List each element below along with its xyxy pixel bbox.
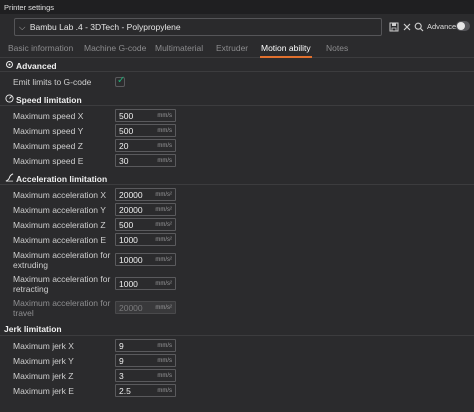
max-accel-z-input[interactable]: 500 mm/s²	[115, 218, 176, 231]
unit: mm/s	[157, 113, 172, 119]
max-accel-e-label: Maximum acceleration E	[13, 235, 107, 245]
max-accel-extruding-input[interactable]: 10000 mm/s²	[115, 253, 176, 266]
settings-panel: Advanced Emit limits to G-code ✓ Speed l…	[0, 58, 474, 412]
unit: mm/s²	[155, 305, 172, 311]
acceleration-icon	[4, 173, 14, 184]
unit: mm/s²	[155, 207, 172, 213]
unit: mm/s	[157, 158, 172, 164]
unit: mm/s²	[155, 281, 172, 287]
checkmark-icon: ✓	[117, 75, 126, 86]
max-accel-y-label: Maximum acceleration Y	[13, 205, 106, 215]
max-jerk-x-label: Maximum jerk X	[13, 341, 74, 351]
unit: mm/s	[157, 388, 172, 394]
max-jerk-e-input[interactable]: 2.5 mm/s	[115, 384, 176, 397]
value: 500	[119, 111, 134, 121]
max-speed-x-label: Maximum speed X	[13, 111, 84, 121]
max-speed-x-input[interactable]: 500 mm/s	[115, 109, 176, 122]
max-accel-y-input[interactable]: 20000 mm/s²	[115, 203, 176, 216]
max-speed-y-input[interactable]: 500 mm/s	[115, 124, 176, 137]
value: 1000	[119, 279, 138, 289]
close-icon[interactable]	[402, 22, 412, 32]
divider	[0, 105, 474, 106]
max-accel-travel-input: 20000 mm/s²	[115, 301, 176, 314]
search-icon[interactable]	[414, 22, 424, 32]
advanced-toggle[interactable]	[456, 21, 470, 31]
max-speed-y-label: Maximum speed Y	[13, 126, 84, 136]
emit-limits-label: Emit limits to G-code	[13, 77, 92, 87]
unit: mm/s	[157, 373, 172, 379]
value: 2.5	[119, 386, 131, 396]
unit: mm/s²	[155, 257, 172, 263]
value: 10000	[119, 255, 143, 265]
value: 9	[119, 341, 124, 351]
max-speed-z-input[interactable]: 20 mm/s	[115, 139, 176, 152]
section-acceleration-limitation: Acceleration limitation	[4, 173, 107, 184]
value: 30	[119, 156, 129, 166]
max-accel-z-label: Maximum acceleration Z	[13, 220, 106, 230]
value: 3	[119, 371, 124, 381]
max-accel-retracting-label: Maximum acceleration for retracting	[13, 274, 111, 294]
max-speed-z-label: Maximum speed Z	[13, 141, 83, 151]
section-jerk-limitation: Jerk limitation	[4, 324, 62, 334]
max-jerk-e-label: Maximum jerk E	[13, 386, 74, 396]
value: 9	[119, 356, 124, 366]
tab-notes[interactable]: Notes	[326, 43, 348, 53]
max-speed-e-label: Maximum speed E	[13, 156, 84, 166]
window-title: Printer settings	[0, 0, 474, 14]
value: 20000	[119, 190, 143, 200]
section-speed-limitation: Speed limitation	[4, 94, 82, 105]
value: 1000	[119, 235, 138, 245]
value: 20	[119, 141, 129, 151]
value: 20000	[119, 205, 143, 215]
value: 500	[119, 126, 134, 136]
preset-toolbar: ⌵ Bambu Lab .4 - 3DTech - Polypropylene …	[0, 14, 474, 40]
max-jerk-x-input[interactable]: 9 mm/s	[115, 339, 176, 352]
tab-bar: Basic information Machine G-code Multima…	[0, 40, 474, 58]
speedometer-icon	[4, 94, 14, 105]
divider	[0, 184, 474, 185]
dropdown-caret-icon: ⌵	[19, 22, 26, 32]
max-jerk-z-input[interactable]: 3 mm/s	[115, 369, 176, 382]
section-title: Advanced	[16, 61, 57, 71]
max-accel-x-input[interactable]: 20000 mm/s²	[115, 188, 176, 201]
value: 500	[119, 220, 134, 230]
max-accel-extruding-label: Maximum acceleration for extruding	[13, 250, 111, 270]
section-title: Jerk limitation	[4, 324, 62, 334]
emit-limits-checkbox[interactable]: ✓	[115, 75, 126, 87]
max-jerk-z-label: Maximum jerk Z	[13, 371, 74, 381]
tab-basic-information[interactable]: Basic information	[8, 43, 73, 53]
unit: mm/s	[157, 343, 172, 349]
unit: mm/s²	[155, 192, 172, 198]
section-advanced: Advanced	[4, 60, 57, 71]
save-icon[interactable]	[389, 22, 399, 32]
unit: mm/s	[157, 128, 172, 134]
unit: mm/s²	[155, 222, 172, 228]
unit: mm/s²	[155, 237, 172, 243]
wrench-icon	[4, 60, 14, 71]
max-speed-e-input[interactable]: 30 mm/s	[115, 154, 176, 167]
divider	[0, 71, 474, 72]
max-jerk-y-label: Maximum jerk Y	[13, 356, 74, 366]
divider	[0, 335, 474, 336]
max-accel-travel-label: Maximum acceleration for travel	[13, 298, 111, 318]
section-title: Speed limitation	[16, 95, 82, 105]
tab-multimaterial[interactable]: Multimaterial	[155, 43, 203, 53]
tab-motion-ability[interactable]: Motion ability	[260, 43, 312, 58]
section-title: Acceleration limitation	[16, 174, 108, 184]
max-accel-e-input[interactable]: 1000 mm/s²	[115, 233, 176, 246]
preset-dropdown[interactable]: ⌵ Bambu Lab .4 - 3DTech - Polypropylene	[14, 18, 382, 36]
unit: mm/s	[157, 358, 172, 364]
unit: mm/s	[157, 143, 172, 149]
value: 20000	[119, 303, 143, 313]
max-accel-retracting-input[interactable]: 1000 mm/s²	[115, 277, 176, 290]
tab-extruder[interactable]: Extruder	[216, 43, 248, 53]
tab-machine-gcode[interactable]: Machine G-code	[84, 43, 146, 53]
max-accel-x-label: Maximum acceleration X	[13, 190, 107, 200]
preset-name: Bambu Lab .4 - 3DTech - Polypropylene	[29, 22, 181, 32]
max-jerk-y-input[interactable]: 9 mm/s	[115, 354, 176, 367]
